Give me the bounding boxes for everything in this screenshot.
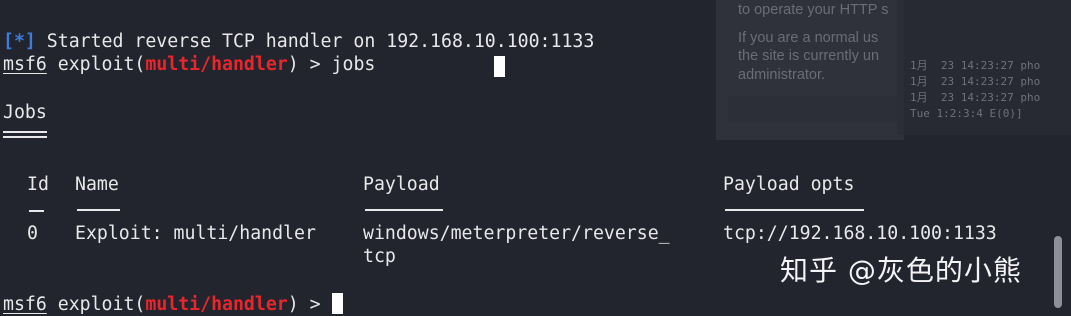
column-header-payload-opts: Payload opts <box>723 174 855 195</box>
column-header-id: Id <box>27 174 49 195</box>
prompt-exploit-prefix: exploit( <box>46 294 146 315</box>
prompt-msf: msf6 <box>3 54 47 75</box>
job-payload-opts-cell: tcp://192.168.10.100:1133 <box>723 223 997 244</box>
column-header-name: Name <box>75 174 119 195</box>
job-payload-cell-wrap: tcp <box>363 246 396 267</box>
column-separator <box>29 210 44 212</box>
jobs-heading: Jobs <box>3 102 47 123</box>
job-id-cell: 0 <box>27 223 38 244</box>
background-log-line: 1月 23 14:23:27 pho <box>910 59 1041 72</box>
prompt-exploit-suffix: ) > <box>287 294 332 315</box>
column-separator <box>77 209 120 211</box>
status-message: Started reverse TCP handler on 192.168.1… <box>35 31 595 52</box>
prompt-module: multi/handler <box>145 54 288 75</box>
job-name-cell: Exploit: multi/handler <box>75 223 316 244</box>
job-payload-cell: windows/meterpreter/reverse_ <box>363 223 670 244</box>
background-text-line: to operate your HTTP s <box>738 2 889 18</box>
vertical-scrollbar[interactable] <box>1054 236 1062 308</box>
prompt-exploit-prefix: exploit( <box>46 54 146 75</box>
prompt-msf: msf6 <box>3 294 47 315</box>
background-log-line: 1月 23 14:23:27 pho <box>910 75 1041 88</box>
typed-command: jobs <box>331 54 376 75</box>
heading-underline <box>3 131 47 133</box>
text-cursor[interactable] <box>331 293 343 314</box>
text-cursor-inactive <box>494 56 505 77</box>
terminal-window[interactable]: to operate your HTTP s If you are a norm… <box>0 0 1071 316</box>
background-text-line: administrator. <box>738 67 826 83</box>
prompt-module: multi/handler <box>145 294 288 315</box>
column-separator <box>725 209 864 211</box>
status-indicator: [*] <box>3 31 36 52</box>
prompt-line[interactable]: msf6 exploit(multi/handler) > jobs <box>3 54 375 76</box>
column-separator <box>365 209 443 211</box>
active-prompt-line[interactable]: msf6 exploit(multi/handler) > <box>3 293 343 315</box>
background-text-line: the site is currently un <box>738 48 880 64</box>
background-input-box <box>728 96 898 122</box>
watermark: 知乎 @灰色的小熊 <box>780 254 1022 287</box>
status-line: [*] Started reverse TCP handler on 192.1… <box>3 31 594 53</box>
background-log-line: 1月 23 14:23:27 pho <box>910 91 1041 104</box>
heading-underline <box>3 136 47 138</box>
prompt-exploit-suffix: ) > <box>287 54 332 75</box>
column-header-payload: Payload <box>363 174 440 195</box>
background-log-line: Tue 1:2:3:4 E(0)] <box>910 107 1023 120</box>
